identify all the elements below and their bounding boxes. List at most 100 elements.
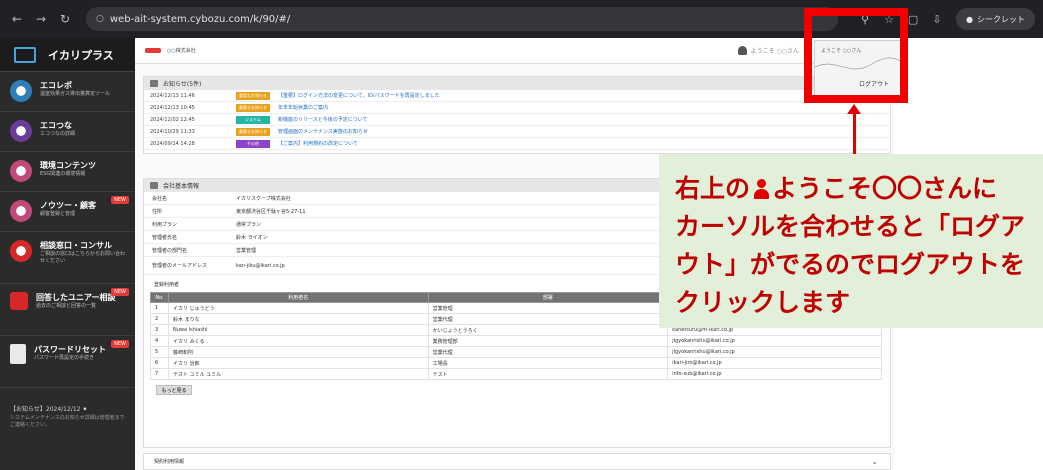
table-cell: イカリ じゅうどう xyxy=(167,302,429,314)
sidebar-item-ecorepo[interactable]: エコレポ 温室効果ガス排出量算定ツール xyxy=(0,72,135,112)
news-date: 2024/10/29 11:33 xyxy=(150,128,195,135)
contract-heading: 契約利用情報 xyxy=(154,459,185,465)
info-value: kan-jiku@ikari.co.jp xyxy=(236,262,285,269)
info-value: イカリスクープ株式会社 xyxy=(236,195,291,202)
user-menu-trigger[interactable]: ようこそ ○○さん xyxy=(737,46,799,55)
document-icon xyxy=(10,344,26,364)
screen: ← → ↻ ○ web-ait-system.cybozu.com/k/90/#… xyxy=(0,0,1043,470)
table-row[interactable]: 6 イカリ 治郎 工場長 ikari-jiro@ikari.co.jp xyxy=(150,357,882,369)
brand-mark-icon xyxy=(14,46,36,63)
info-value: 鈴木 ライオン xyxy=(236,234,268,241)
sidebar-item-sub: 顧客登録と管理 xyxy=(40,211,76,217)
sidebar-item-password-reset[interactable]: パスワードリセット パスワード再設定の手続き NEW xyxy=(0,336,135,388)
company-info-icon xyxy=(150,182,158,189)
sidebar-item-sub: ESG関連の環境情報 xyxy=(40,171,86,177)
sidebar: イカリプラス エコレポ 温室効果ガス排出量算定ツール エコつな エコつなの詳細 環境… xyxy=(0,38,135,470)
sidebar-item-knowhow[interactable]: ノウツー・顧客 顧客登録と管理 NEW xyxy=(0,192,135,232)
news-date: 2024/09/14 14:28 xyxy=(150,140,195,147)
profile-button[interactable]: ● シークレット xyxy=(956,8,1035,30)
news-category-badge: システム xyxy=(236,115,270,124)
sidebar-item-sub: ご相談の窓口はこちらからお問い合わせください xyxy=(40,251,126,264)
news-row[interactable]: 2024/09/14 14:28 その他 【ご案内】利用規約の改定について xyxy=(144,138,890,150)
knowhow-icon xyxy=(10,200,32,222)
brand-logo[interactable]: イカリプラス xyxy=(0,38,135,72)
back-icon[interactable]: ← xyxy=(8,10,26,28)
profile-label: シークレット xyxy=(977,14,1025,24)
news-icon xyxy=(150,80,158,87)
news-title-link[interactable]: 新機能のリリースと今後の予定について xyxy=(278,116,368,123)
news-row[interactable]: 2024/12/02 12:45 システム 新機能のリリースと今後の予定について xyxy=(144,114,890,126)
sidebar-item-consult[interactable]: 相談窓口・コンサル ご相談の窓口はこちらからお問い合わせください xyxy=(0,232,135,284)
download-icon[interactable]: ⇩ xyxy=(928,10,946,28)
table-cell: 工場長 xyxy=(427,357,669,369)
url-text: web-ait-system.cybozu.com/k/90/#/ xyxy=(109,13,291,25)
contract-panel[interactable]: 契約利用情報 ⌄ xyxy=(143,453,891,470)
table-row[interactable]: 5 藤崎和則 営業代理 jigyokanrishu@ikari.co.jp xyxy=(150,346,882,358)
table-cell: Nuwa Ishiashi xyxy=(167,324,429,336)
table-cell: 2 xyxy=(150,313,169,325)
user-icon xyxy=(737,46,747,55)
sidebar-item-answered[interactable]: 回答したユニアー相談 過去のご相談と回答の一覧 NEW xyxy=(0,284,135,336)
sidebar-item-title: パスワードリセット xyxy=(34,345,106,354)
sidebar-item-title: エコつな xyxy=(40,121,72,130)
site-info-icon[interactable]: ○ xyxy=(96,14,104,24)
sidebar-item-ecotsuna[interactable]: エコつな エコつなの詳細 xyxy=(0,112,135,152)
sidebar-item-sub: 温室効果ガス排出量算定ツール xyxy=(40,91,111,97)
info-label: 住所 xyxy=(152,208,163,215)
news-title-link[interactable]: 【重要】ログイン方法の変更について、ID/パスワードを再設定しました xyxy=(278,92,440,99)
callout-line-1: 右上の ようこそ〇〇さんに xyxy=(675,170,1033,208)
info-value: 東京都渋谷区千駄ヶ谷5-27-11 xyxy=(236,208,306,215)
table-cell: 4 xyxy=(150,335,169,347)
table-cell: 藤崎和則 xyxy=(167,346,429,358)
forward-icon[interactable]: → xyxy=(32,10,50,28)
company-heading-text: 会社基本情報 xyxy=(163,183,200,190)
address-bar[interactable]: ○ web-ait-system.cybozu.com/k/90/#/ xyxy=(86,7,839,31)
callout-line-1-pre: 右上の xyxy=(675,174,751,203)
table-row[interactable]: 7 テスト ユミル ユミル テスト info-sub@ikari.co.jp xyxy=(150,368,882,380)
ecorepo-icon xyxy=(10,80,32,102)
table-cell: 鈴木 まりな xyxy=(167,313,429,325)
table-cell: ikari-jiro@ikari.co.jp xyxy=(667,357,882,369)
news-title-link[interactable]: 【ご案内】利用規約の改定について xyxy=(278,140,358,147)
person-icon xyxy=(752,178,770,200)
more-button[interactable]: もっと見る xyxy=(156,385,192,395)
sidebar-item-env-contents[interactable]: 環境コンテンツ ESG関連の環境情報 xyxy=(0,152,135,192)
info-label: 管理者のメールアドレス xyxy=(152,263,208,269)
sidebar-item-title: ノウツー・顧客 xyxy=(40,201,96,210)
table-cell: 6 xyxy=(150,357,169,369)
news-row[interactable]: 2024/12/13 10:45 重要なお知らせ 年末年始休業のご案内 xyxy=(144,102,890,114)
column-header: 部署 xyxy=(427,292,669,303)
table-cell: テスト ユミル ユミル xyxy=(167,368,429,380)
info-label: 管理者氏名 xyxy=(152,234,178,241)
answered-icon xyxy=(10,292,28,310)
news-title-link[interactable]: 年末年始休業のご案内 xyxy=(278,104,328,111)
callout-line-3: ウト」がでるのでログアウトを xyxy=(675,250,1026,279)
table-cell: jigyokanrishu@ikari.co.jp xyxy=(667,346,882,358)
news-category-badge: 重要なお知らせ xyxy=(236,91,270,100)
column-header: No. xyxy=(150,292,169,303)
main-header: ○○株式会社 ようこそ ○○さん xyxy=(135,38,895,64)
reload-icon[interactable]: ↻ xyxy=(56,10,74,28)
news-category-badge: その他 xyxy=(236,139,270,148)
news-date: 2024/12/02 12:45 xyxy=(150,116,195,123)
table-cell: 営業代理 xyxy=(427,313,669,325)
table-cell: 営業代理 xyxy=(427,346,669,358)
info-label: 管理者の部門名 xyxy=(152,247,188,254)
brand-name: イカリプラス xyxy=(48,48,114,62)
table-cell: 5 xyxy=(150,346,169,358)
new-badge: NEW xyxy=(111,288,129,296)
sidebar-item-sub: エコつなの詳細 xyxy=(40,131,76,137)
table-cell: 営業管理 xyxy=(427,302,669,314)
table-row[interactable]: 4 イカリ みくる 業務管理部 jigyokanrishu@ikari.co.jp xyxy=(150,335,882,347)
news-date: 2024/12/13 11:46 xyxy=(150,92,195,99)
news-date: 2024/12/13 10:45 xyxy=(150,104,195,111)
highlight-frame xyxy=(804,8,908,103)
info-label: 会社名 xyxy=(152,195,168,202)
sidebar-footer-head: 【お知らせ】2024/12/12 ⚫ xyxy=(10,406,88,413)
chevron-down-icon[interactable]: ⌄ xyxy=(871,457,878,466)
callout-line-1-post: ようこそ〇〇さんに xyxy=(772,174,998,203)
table-cell: イカリ 治郎 xyxy=(167,357,429,369)
news-title-link[interactable]: 管理画面のメンテナンス実施のお知らせ xyxy=(278,128,368,135)
news-row[interactable]: 2024/12/13 11:46 重要なお知らせ 【重要】ログイン方法の変更について… xyxy=(144,90,890,102)
news-row[interactable]: 2024/10/29 11:33 重要なお知らせ 管理画面のメンテナンス実施のお知ら… xyxy=(144,126,890,138)
